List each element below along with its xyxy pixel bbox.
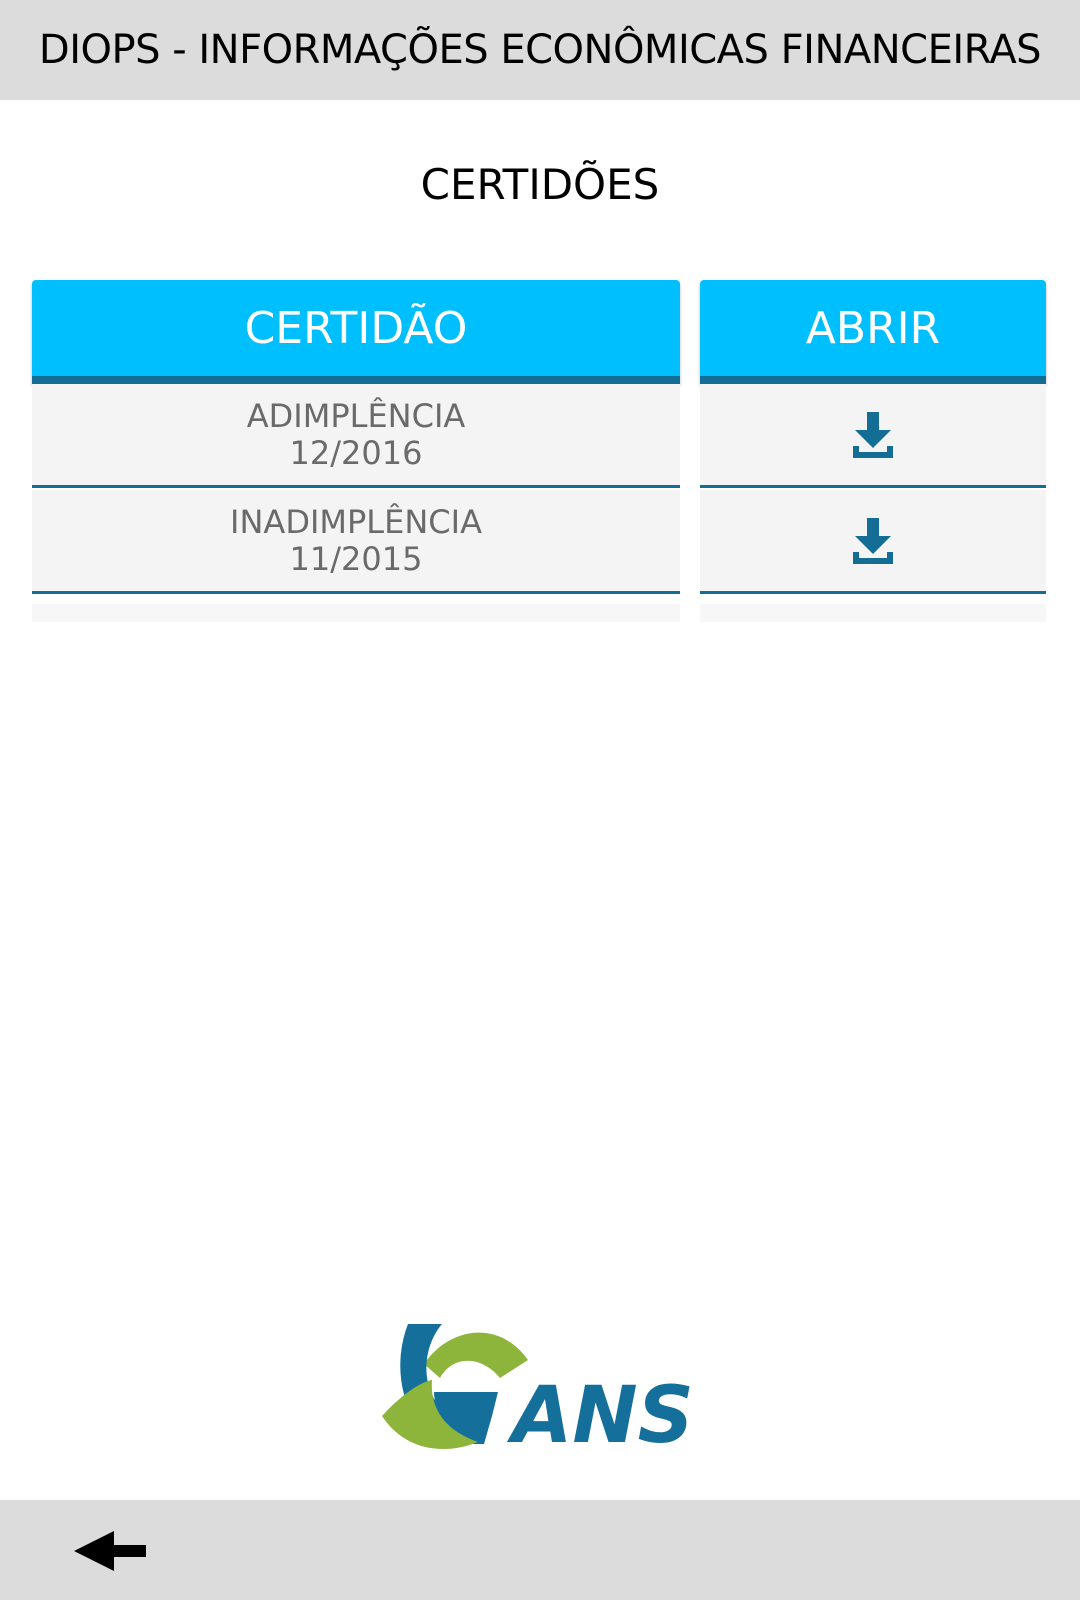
column-header-certificate: CERTIDÃO — [32, 280, 680, 384]
certificate-cell: INADIMPLÊNCIA 11/2015 — [230, 502, 482, 578]
download-icon[interactable] — [851, 410, 895, 460]
bottom-bar — [0, 1500, 1080, 1600]
table-row-open — [700, 384, 1046, 488]
table-bottom-edge — [32, 604, 680, 622]
table-row-open — [700, 490, 1046, 594]
table-row-certificate: INADIMPLÊNCIA 11/2015 — [32, 490, 680, 594]
certificate-date: 12/2016 — [289, 433, 423, 472]
app-title: DIOPS - INFORMAÇÕES ECONÔMICAS FINANCEIR… — [38, 27, 1042, 73]
certificate-name: ADIMPLÊNCIA — [246, 396, 466, 435]
ans-logo: ANS — [382, 1324, 694, 1460]
certificate-cell: ADIMPLÊNCIA 12/2016 — [246, 396, 466, 472]
page-title: CERTIDÕES — [420, 160, 660, 209]
download-icon[interactable] — [851, 516, 895, 566]
table-row-certificate: ADIMPLÊNCIA 12/2016 — [32, 384, 680, 488]
certificate-name: INADIMPLÊNCIA — [230, 502, 482, 541]
app-header: DIOPS - INFORMAÇÕES ECONÔMICAS FINANCEIR… — [0, 0, 1080, 100]
table-bottom-edge — [700, 604, 1046, 622]
logo-text: ANS — [506, 1371, 694, 1460]
certificate-date: 11/2015 — [289, 539, 423, 578]
arrow-left-icon[interactable] — [74, 1528, 148, 1574]
column-header-open: ABRIR — [700, 280, 1046, 384]
